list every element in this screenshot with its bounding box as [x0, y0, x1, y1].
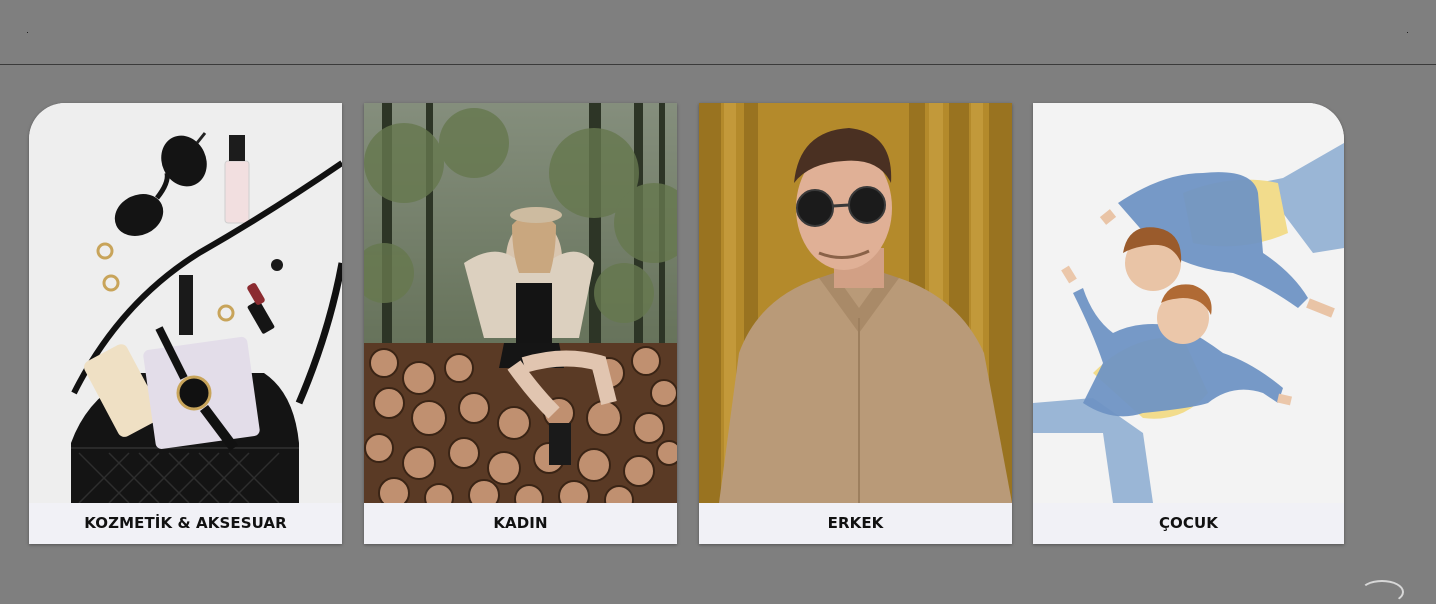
category-cards: KOZMETİK & AKSESUAR KADIN ERKEK ÇOCUK: [0, 0, 1436, 587]
man-sunglasses-photo: [699, 103, 1012, 503]
woman-forest-photo: [364, 103, 677, 503]
decorative-arc: [1360, 580, 1404, 604]
category-card-cocuk[interactable]: ÇOCUK: [1033, 103, 1344, 544]
children-denim-photo: [1033, 103, 1344, 503]
accessories-flatlay-photo: [29, 103, 342, 503]
category-card-erkek[interactable]: ERKEK: [699, 103, 1012, 544]
category-label: KOZMETİK & AKSESUAR: [84, 514, 287, 532]
category-label: KADIN: [493, 514, 548, 532]
category-label: ÇOCUK: [1158, 514, 1219, 532]
category-card-kadin[interactable]: KADIN: [364, 103, 677, 544]
category-label: ERKEK: [827, 514, 884, 532]
category-card-kozmetik-aksesuar[interactable]: KOZMETİK & AKSESUAR: [29, 103, 342, 544]
